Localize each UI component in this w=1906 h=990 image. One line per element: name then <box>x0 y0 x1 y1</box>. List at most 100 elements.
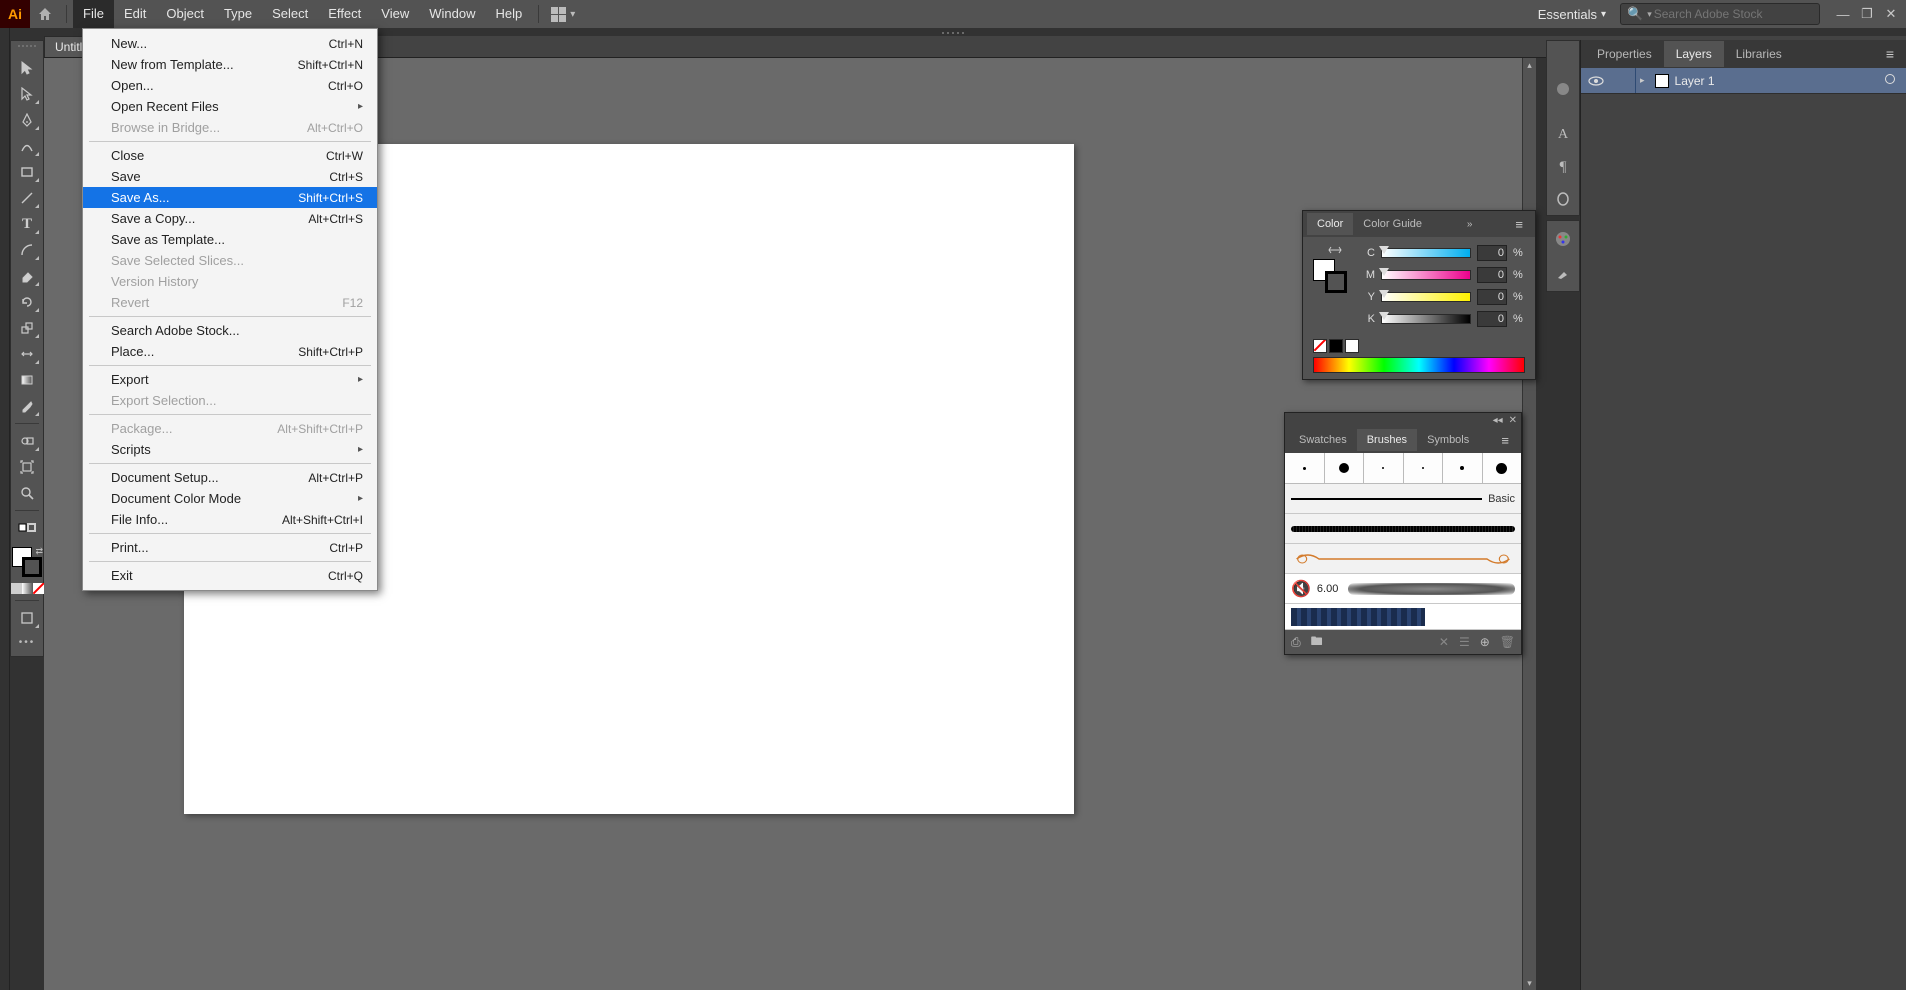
rotate-tool[interactable] <box>14 291 40 313</box>
scroll-down-icon[interactable]: ▾ <box>1523 976 1536 990</box>
layer-name[interactable]: Layer 1 <box>1675 74 1715 88</box>
color-mode-icons[interactable] <box>11 583 44 594</box>
tab-symbols[interactable]: Symbols <box>1417 429 1479 451</box>
brush-libraries-icon[interactable]: ⎙ <box>1291 635 1301 650</box>
rectangle-tool[interactable] <box>14 161 40 183</box>
edit-toolbar[interactable]: ••• <box>19 637 36 648</box>
file-menu-item[interactable]: ExitCtrl+Q <box>83 565 377 586</box>
direct-selection-tool[interactable] <box>14 83 40 105</box>
slider-k[interactable] <box>1381 314 1471 324</box>
brush-basic[interactable]: Basic <box>1285 484 1521 514</box>
tab-color[interactable]: Color <box>1307 213 1353 235</box>
paragraph-panel-icon[interactable]: ¶ <box>1551 155 1575 179</box>
options-icon[interactable]: ☰ <box>1459 635 1470 649</box>
file-menu-item[interactable]: Document Color Mode▸ <box>83 488 377 509</box>
line-tool[interactable] <box>14 187 40 209</box>
swatches-panel-icon[interactable] <box>1551 227 1575 251</box>
glyphs-panel-icon[interactable] <box>1551 187 1575 211</box>
swap-icon[interactable]: ⇄ <box>35 546 43 557</box>
properties-panel-icon[interactable] <box>1551 45 1575 69</box>
eyedropper-tool[interactable] <box>14 395 40 417</box>
brush-list[interactable]: Basic 🔇 6.00 <box>1285 453 1521 630</box>
file-menu-item[interactable]: SaveCtrl+S <box>83 166 377 187</box>
value-y[interactable] <box>1477 289 1507 305</box>
control-bar-collapsed[interactable] <box>0 28 10 990</box>
flip-fill-stroke-icon[interactable] <box>1328 245 1342 255</box>
brush-tip[interactable] <box>1443 453 1483 483</box>
menu-window[interactable]: Window <box>419 0 485 28</box>
tab-color-guide[interactable]: Color Guide <box>1353 213 1432 235</box>
menu-view[interactable]: View <box>371 0 419 28</box>
collapse-icon[interactable]: » <box>1463 219 1477 230</box>
delete-brush-icon[interactable]: 🗑 <box>1500 635 1515 649</box>
fill-stroke-indicator[interactable] <box>1313 259 1347 293</box>
scale-tool[interactable] <box>14 317 40 339</box>
file-menu-item[interactable]: Place...Shift+Ctrl+P <box>83 341 377 362</box>
file-menu-item[interactable]: Save as Template... <box>83 229 377 250</box>
vertical-scrollbar[interactable]: ▴ ▾ <box>1522 58 1536 990</box>
file-menu-item[interactable]: File Info...Alt+Shift+Ctrl+I <box>83 509 377 530</box>
zoom-tool[interactable] <box>14 482 40 504</box>
brushes-panel-icon[interactable] <box>1551 261 1575 285</box>
selection-tool[interactable] <box>14 57 40 79</box>
layer-row[interactable]: ▸ Layer 1 <box>1581 68 1906 94</box>
file-menu-item[interactable]: Save As...Shift+Ctrl+S <box>83 187 377 208</box>
screen-mode[interactable] <box>14 607 40 629</box>
file-menu-item[interactable]: Export▸ <box>83 369 377 390</box>
file-menu-item[interactable]: Search Adobe Stock... <box>83 320 377 341</box>
value-c[interactable] <box>1477 245 1507 261</box>
slider-c[interactable] <box>1381 248 1471 258</box>
brush-tip[interactable] <box>1285 453 1325 483</box>
close-icon[interactable]: ✕ <box>1509 415 1517 426</box>
minimize-button[interactable]: — <box>1834 7 1852 21</box>
tab-properties[interactable]: Properties <box>1585 41 1664 67</box>
file-menu-item[interactable]: Scripts▸ <box>83 439 377 460</box>
spectrum-picker[interactable] <box>1313 357 1525 373</box>
file-menu-item[interactable]: New from Template...Shift+Ctrl+N <box>83 54 377 75</box>
home-icon[interactable] <box>30 6 60 22</box>
brush-pattern[interactable] <box>1285 604 1521 630</box>
menu-file[interactable]: File <box>73 0 114 28</box>
type-tool[interactable]: T <box>14 213 40 235</box>
value-m[interactable] <box>1477 267 1507 283</box>
restore-button[interactable]: ❐ <box>1858 7 1876 21</box>
character-panel-icon[interactable]: A <box>1551 123 1575 147</box>
target-icon[interactable] <box>1874 73 1906 88</box>
file-menu-item[interactable]: Save a Copy...Alt+Ctrl+S <box>83 208 377 229</box>
workspace-switcher[interactable]: Essentials ▾ <box>1532 7 1612 22</box>
new-brush-icon[interactable]: ⊕ <box>1480 635 1490 649</box>
slider-m[interactable] <box>1381 270 1471 280</box>
menu-type[interactable]: Type <box>214 0 262 28</box>
scroll-up-icon[interactable]: ▴ <box>1523 58 1536 72</box>
appearance-panel-icon[interactable] <box>1551 77 1575 101</box>
black-swatch[interactable] <box>1329 339 1343 353</box>
file-menu-item[interactable]: Open Recent Files▸ <box>83 96 377 117</box>
arc-tool[interactable] <box>14 239 40 261</box>
panel-menu-icon[interactable]: ≡ <box>1493 433 1517 448</box>
file-menu-item[interactable]: Open...Ctrl+O <box>83 75 377 96</box>
tab-swatches[interactable]: Swatches <box>1289 429 1357 451</box>
search-adobe-stock[interactable]: 🔍 ▾ <box>1620 3 1820 25</box>
expand-icon[interactable]: ▸ <box>1636 75 1649 86</box>
blend-tool[interactable] <box>14 430 40 452</box>
pen-tool[interactable] <box>14 109 40 131</box>
remove-stroke-icon[interactable]: ✕ <box>1439 635 1449 649</box>
panel-menu-icon[interactable]: ≡ <box>1878 46 1902 62</box>
swap-default-colors[interactable] <box>14 517 40 539</box>
file-menu-item[interactable]: CloseCtrl+W <box>83 145 377 166</box>
tab-brushes[interactable]: Brushes <box>1357 429 1417 451</box>
panel-menu-icon[interactable]: ≡ <box>1507 217 1531 232</box>
close-button[interactable]: ✕ <box>1882 7 1900 21</box>
value-k[interactable] <box>1477 311 1507 327</box>
file-menu-item[interactable]: Document Setup...Alt+Ctrl+P <box>83 467 377 488</box>
brush-tip[interactable] <box>1325 453 1365 483</box>
menu-help[interactable]: Help <box>485 0 532 28</box>
curvature-tool[interactable] <box>14 135 40 157</box>
brush-tip[interactable] <box>1483 453 1522 483</box>
brush-art[interactable] <box>1285 544 1521 574</box>
arrange-documents[interactable]: ▾ <box>545 7 581 22</box>
search-input[interactable] <box>1654 7 1813 21</box>
menu-select[interactable]: Select <box>262 0 318 28</box>
tab-libraries[interactable]: Libraries <box>1724 41 1794 67</box>
brush-charcoal[interactable] <box>1285 514 1521 544</box>
